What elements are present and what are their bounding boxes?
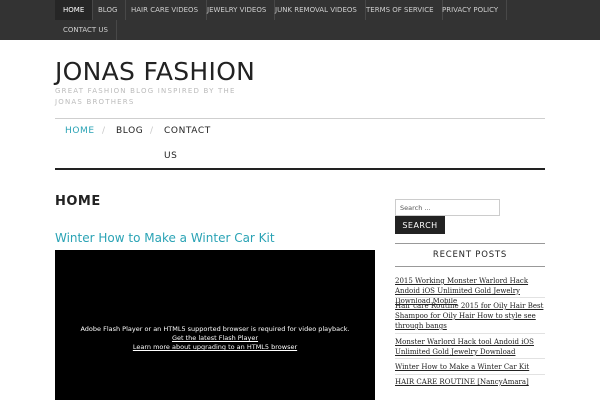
search-button[interactable]: SEARCH — [395, 216, 445, 234]
mainnav-contact-us-wrap[interactable]: US — [164, 151, 178, 161]
mainnav-home[interactable]: HOME — [65, 126, 95, 136]
recent-post-divider — [395, 333, 545, 334]
widget-title-bottom-border — [395, 266, 545, 267]
recent-post-link[interactable]: Hair care Routine 2015 for Oily Hair Bes… — [395, 301, 545, 331]
recent-post-link[interactable]: Winter How to Make a Winter Car Kit — [395, 362, 545, 372]
topnav-home[interactable]: HOME — [55, 0, 94, 20]
topnav-junk-removal-videos[interactable]: JUNK REMOVAL VIDEOS — [267, 0, 366, 20]
recent-post-divider — [395, 374, 545, 375]
topnav-contact-us[interactable]: CONTACT US — [55, 20, 117, 40]
site-title[interactable]: JONAS FASHION — [55, 57, 255, 86]
video-message-block: Adobe Flash Player or an HTML5 supported… — [55, 325, 375, 352]
main-nav-bottom-border — [55, 168, 545, 170]
topnav-hair-care-videos[interactable]: HAIR CARE VIDEOS — [123, 0, 208, 20]
search-input[interactable] — [395, 199, 500, 216]
topnav-jewelry-videos[interactable]: JEWELRY VIDEOS — [199, 0, 276, 20]
widget-title-top-border — [395, 243, 545, 244]
top-bar: HOME BLOG HAIR CARE VIDEOS JEWELRY VIDEO… — [0, 0, 600, 40]
html5-upgrade-link[interactable]: Learn more about upgrading to an HTML5 b… — [133, 343, 297, 351]
mainnav-contact-us[interactable]: CONTACT — [164, 126, 211, 136]
recent-post-link[interactable]: Monster Warlord Hack tool Andoid iOS Unl… — [395, 337, 545, 357]
recent-post-divider — [395, 297, 545, 298]
recent-post-divider — [395, 358, 545, 359]
top-navigation: HOME BLOG HAIR CARE VIDEOS JEWELRY VIDEO… — [55, 0, 545, 40]
video-player[interactable]: Adobe Flash Player or an HTML5 supported… — [55, 250, 375, 400]
topnav-terms-of-service[interactable]: TERMS OF SERVICE — [358, 0, 443, 20]
mainnav-blog[interactable]: BLOG — [116, 126, 143, 136]
mainnav-separator: / — [102, 126, 106, 136]
topnav-blog[interactable]: BLOG — [90, 0, 127, 20]
page-title: HOME — [55, 194, 101, 209]
get-flash-link[interactable]: Get the latest Flash Player — [172, 334, 258, 342]
mainnav-separator: / — [150, 126, 154, 136]
main-nav-top-border — [55, 118, 545, 119]
topnav-privacy-policy[interactable]: PRIVACY POLICY — [434, 0, 508, 20]
post-title-link[interactable]: Winter How to Make a Winter Car Kit — [55, 231, 275, 245]
site-description: GREAT FASHION BLOG INSPIRED BY THE JONAS… — [55, 87, 236, 106]
recent-post-link[interactable]: HAIR CARE ROUTINE [NancyAmara] — [395, 377, 545, 387]
flash-required-message: Adobe Flash Player or an HTML5 supported… — [80, 325, 350, 333]
recent-posts-title: RECENT POSTS — [432, 250, 508, 260]
